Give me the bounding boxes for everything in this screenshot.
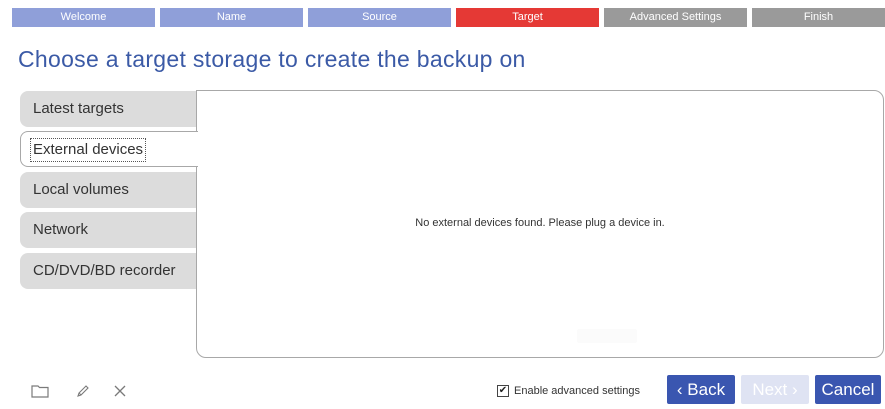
- step-advanced-settings: Advanced Settings: [604, 8, 747, 27]
- tab-cd-dvd-bd-recorder[interactable]: CD/DVD/BD recorder: [20, 253, 200, 289]
- cancel-button[interactable]: Cancel: [815, 375, 881, 404]
- enable-advanced-settings[interactable]: ✔ Enable advanced settings: [497, 383, 640, 399]
- step-finish: Finish: [752, 8, 885, 27]
- advanced-settings-label: Enable advanced settings: [514, 385, 640, 397]
- tab-latest-targets[interactable]: Latest targets: [20, 91, 200, 127]
- step-name: Name: [160, 8, 303, 27]
- disabled-placeholder-button: [577, 329, 637, 343]
- target-list-panel: No external devices found. Please plug a…: [196, 90, 884, 358]
- step-source: Source: [308, 8, 451, 27]
- tab-label: Network: [33, 221, 89, 238]
- page-title: Choose a target storage to create the ba…: [18, 46, 526, 72]
- close-icon[interactable]: [109, 380, 131, 402]
- tab-label: External devices: [30, 138, 147, 162]
- advanced-settings-checkbox[interactable]: ✔: [497, 385, 509, 397]
- tab-external-devices[interactable]: External devices: [20, 131, 198, 167]
- empty-state-message: No external devices found. Please plug a…: [415, 217, 665, 229]
- step-welcome: Welcome: [12, 8, 155, 27]
- tab-label: Local volumes: [33, 181, 129, 198]
- back-button[interactable]: ‹ Back: [667, 375, 735, 404]
- step-target: Target: [456, 8, 599, 27]
- folder-icon[interactable]: [29, 380, 51, 402]
- wizard-step-bar: Welcome Name Source Target Advanced Sett…: [12, 8, 885, 27]
- tab-label: Latest targets: [33, 100, 124, 117]
- tab-label: CD/DVD/BD recorder: [33, 262, 176, 279]
- tab-local-volumes[interactable]: Local volumes: [20, 172, 200, 208]
- pencil-icon[interactable]: [72, 380, 94, 402]
- tab-network[interactable]: Network: [20, 212, 200, 248]
- next-button: Next ›: [741, 375, 809, 404]
